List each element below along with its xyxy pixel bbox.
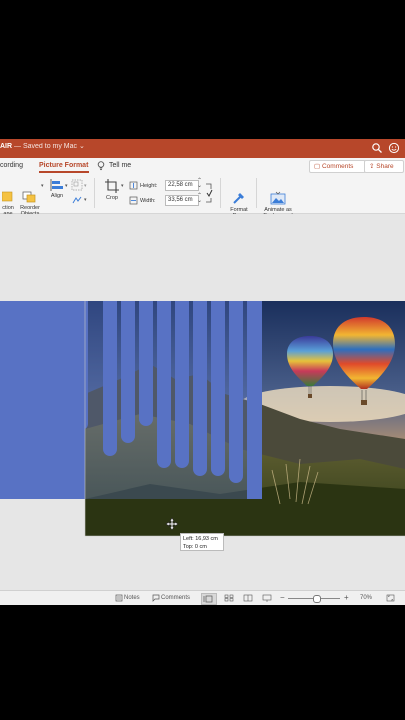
rotate-objects-icon[interactable] xyxy=(72,196,82,204)
ribbon-tabs: cording Picture Format Tell me ▢ Comment… xyxy=(0,158,405,175)
ribbon-toolbar: ction ane Reorder Objects ▾ Align ▾ ▾ ▾ … xyxy=(0,175,405,219)
zoom-level[interactable]: 70% xyxy=(360,595,372,601)
reorder-objects-icon xyxy=(22,191,36,203)
comments-status-button[interactable]: Comments xyxy=(161,595,190,601)
share-icon: ⇪ xyxy=(369,163,375,170)
status-bar: Notes Comments − + 70% xyxy=(0,590,405,605)
zoom-out-button[interactable]: − xyxy=(280,593,285,602)
rotate-dropdown-icon[interactable]: ▾ xyxy=(84,197,87,203)
active-tab-indicator xyxy=(39,171,89,173)
fit-slide-icon[interactable] xyxy=(386,594,395,602)
animate-background-icon xyxy=(270,191,286,205)
zoom-in-button[interactable]: + xyxy=(344,593,349,602)
document-title: AIR — Saved to my Mac ⌄ xyxy=(0,142,85,150)
tooltip-left: Left: 16,93 cm xyxy=(183,536,218,542)
crop-dropdown-icon[interactable]: ▾ xyxy=(121,183,124,189)
width-stepper[interactable]: ⌃ ⌄ xyxy=(197,193,202,204)
smiley-feedback-icon[interactable] xyxy=(388,142,400,154)
save-status: — Saved to my Mac ⌄ xyxy=(12,143,85,150)
normal-view-button[interactable] xyxy=(201,593,217,605)
comments-button[interactable]: ▢ Comments xyxy=(309,160,366,173)
normal-view-icon xyxy=(203,595,213,603)
align-label: Align xyxy=(50,193,64,199)
comments-label: Comments xyxy=(321,163,354,170)
comments-icon xyxy=(152,594,160,602)
align-button[interactable]: Align xyxy=(46,179,68,199)
powerpoint-window: AIR — Saved to my Mac ⌄ cording Picture … xyxy=(0,139,405,605)
tab-recording[interactable]: cording xyxy=(0,162,23,169)
document-name: AIR xyxy=(0,143,13,150)
height-stepper[interactable]: ⌃ ⌄ xyxy=(197,178,202,189)
crop-icon xyxy=(105,179,119,193)
group-dropdown-icon[interactable]: ▾ xyxy=(84,183,87,189)
height-icon xyxy=(129,181,138,190)
format-pane-icon xyxy=(233,193,244,204)
comment-icon: ▢ xyxy=(314,163,321,170)
tooltip-top: Top: 0 cm xyxy=(183,544,207,550)
position-tooltip: Left: 16,93 cm Top: 0 cm xyxy=(180,533,224,551)
selection-pane-icon xyxy=(2,191,13,202)
lightbulb-icon xyxy=(97,161,105,171)
slide-sorter-icon[interactable] xyxy=(224,594,234,602)
group-objects-icon[interactable] xyxy=(71,179,83,191)
slide-editing-canvas: Left: 16,93 cm Top: 0 cm xyxy=(0,214,405,590)
width-input[interactable]: 33,56 cm xyxy=(165,195,199,206)
ribbon-separator xyxy=(94,178,95,208)
notes-icon xyxy=(115,594,123,602)
share-label: Share xyxy=(376,163,394,170)
crop-label: Crop xyxy=(106,195,118,201)
tab-tell-me[interactable]: Tell me xyxy=(109,162,131,169)
search-icon[interactable] xyxy=(371,142,383,154)
zoom-slider-track[interactable] xyxy=(288,595,340,603)
reorder-dropdown-icon[interactable]: ▾ xyxy=(41,183,44,189)
align-icon xyxy=(50,179,63,191)
slide-show-icon[interactable] xyxy=(262,594,272,602)
width-icon xyxy=(129,196,138,205)
ribbon-separator xyxy=(256,178,257,208)
title-bar: AIR — Saved to my Mac ⌄ xyxy=(0,139,405,158)
height-input[interactable]: 22,58 cm xyxy=(165,180,199,191)
notes-button[interactable]: Notes xyxy=(124,595,140,601)
ribbon-separator xyxy=(220,178,221,208)
zoom-slider-thumb[interactable] xyxy=(313,595,322,603)
align-dropdown-icon[interactable]: ▾ xyxy=(65,183,68,189)
tab-picture-format[interactable]: Picture Format xyxy=(39,162,88,169)
width-label: Width: xyxy=(140,198,156,204)
height-label: Height: xyxy=(140,183,158,189)
lock-aspect-ratio-icon[interactable] xyxy=(205,181,213,205)
slide-blue-panel[interactable] xyxy=(0,301,85,499)
share-button[interactable]: ⇪ Share xyxy=(364,160,404,173)
reading-view-icon[interactable] xyxy=(243,594,253,602)
